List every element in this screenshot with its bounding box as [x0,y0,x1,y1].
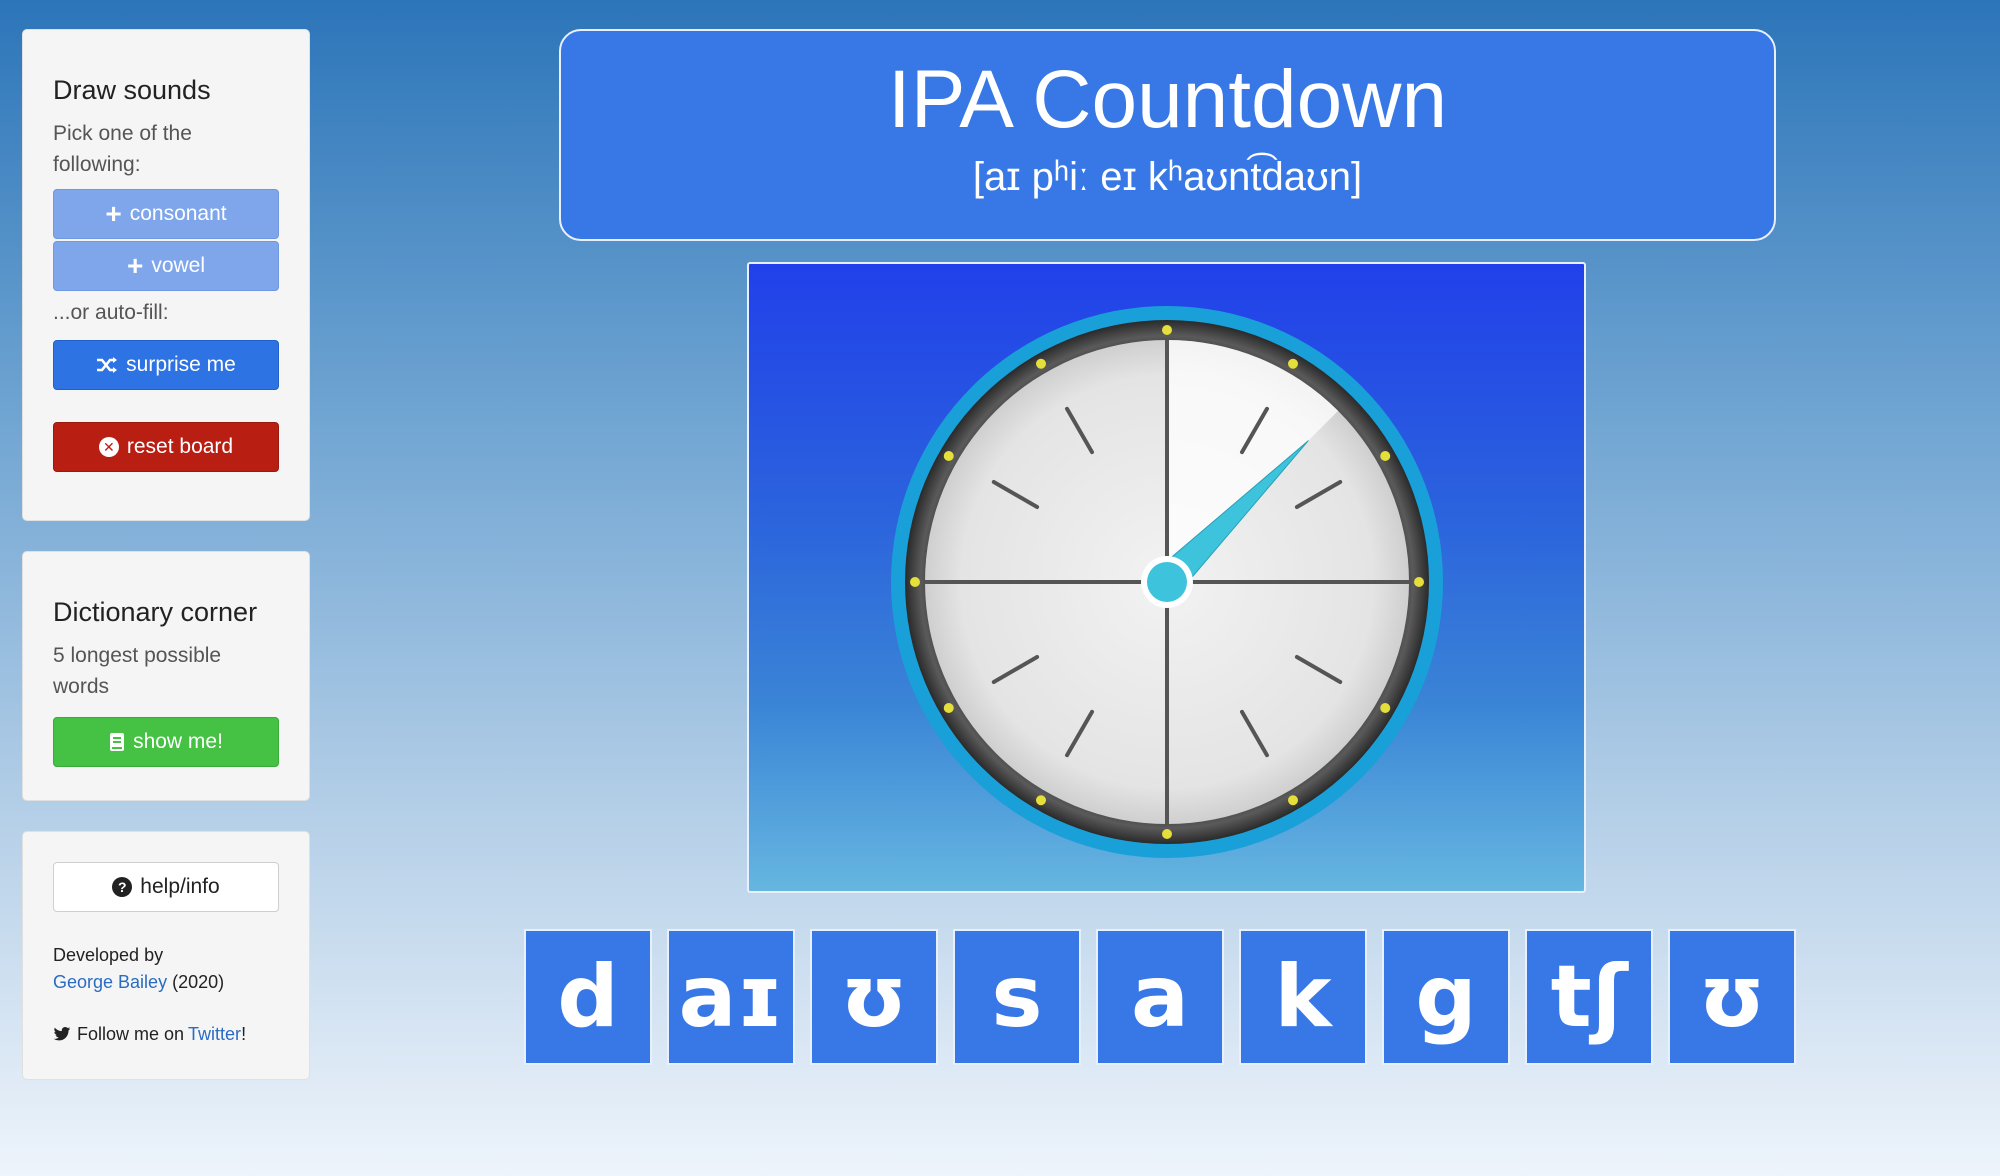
reset-board-label: reset board [126,435,234,458]
bezel-dot [1036,795,1046,806]
countdown-clock-panel [747,262,1586,893]
plus-icon: + [126,250,144,281]
countdown-clock [891,306,1443,858]
autofill-text: ...or auto-fill: [53,301,169,324]
developer-credit: Developed by George Bailey (2020) [53,942,279,996]
surprise-me-button[interactable]: surprise me [53,340,279,390]
question-circle-icon: ? [112,877,133,897]
add-consonant-button[interactable]: + consonant [53,189,279,239]
bezel-dot [1380,451,1391,461]
twitter-link[interactable]: Twitter [188,1024,241,1044]
dictionary-corner-panel: Dictionary corner 5 longest possible wor… [22,551,310,801]
page-title: IPA Countdown [887,54,1448,145]
sound-tile[interactable]: k [1239,929,1367,1065]
bezel-dot [1162,829,1172,839]
sound-tile[interactable]: aɪ [667,929,795,1065]
follow-line: Follow me on Twitter! [53,1021,279,1048]
draw-sounds-panel: Draw sounds Pick one of the following: +… [22,29,310,521]
sound-tiles: d aɪ ʊ s a k g tʃ ʊ [524,929,1796,1065]
bezel-dot [1162,325,1172,335]
bezel-dot [1414,577,1424,587]
sound-tile[interactable]: s [953,929,1081,1065]
bezel-dot [1288,795,1298,806]
plus-icon: + [105,198,122,229]
book-icon [110,733,125,751]
dictionary-corner-title: Dictionary corner [53,597,258,627]
twitter-icon [53,1027,71,1041]
dictionary-corner-subtitle: 5 longest possible words [53,644,222,698]
info-panel: ? help/info Developed by George Bailey (… [22,831,310,1080]
sound-tile[interactable]: ʊ [1668,929,1796,1065]
help-info-label: help/info [140,875,220,898]
show-words-label: show me! [133,730,223,753]
shuffle-icon [97,357,118,373]
year-text: (2020) [172,972,225,992]
title-banner: IPA Countdown [aɪ pʰiː eɪ kʰaʊnt͡daʊn] [559,29,1776,241]
exclaim-text: ! [241,1024,247,1044]
sound-tile[interactable]: a [1096,929,1224,1065]
bezel-dot [1380,703,1391,713]
add-vowel-button[interactable]: + vowel [53,241,279,291]
help-info-button[interactable]: ? help/info [53,862,279,912]
author-line: George Bailey (2020) [53,969,279,996]
sound-tile[interactable]: ʊ [810,929,938,1065]
sound-tile[interactable]: g [1382,929,1510,1065]
times-circle-icon: ✕ [98,437,119,457]
bezel-dot [943,703,954,713]
draw-sounds-subtitle: Pick one of the following: [53,122,192,176]
sound-tile[interactable]: tʃ [1525,929,1653,1065]
surprise-me-label: surprise me [126,353,236,376]
show-words-button[interactable]: show me! [53,717,279,767]
draw-sounds-title: Draw sounds [53,75,211,105]
sound-tile[interactable]: d [524,929,652,1065]
developed-by-text: Developed by [53,945,164,965]
add-vowel-label: vowel [151,254,206,277]
bezel-dot [1288,358,1298,369]
bezel-dot [910,577,920,587]
reset-board-button[interactable]: ✕ reset board [53,422,279,472]
clock-hub [1147,562,1187,602]
follow-text: Follow me on [77,1024,185,1044]
bezel-dot [1036,358,1046,369]
bezel-dot [943,451,954,461]
add-consonant-label: consonant [129,202,227,225]
author-link[interactable]: George Bailey [53,972,167,992]
title-transcription: [aɪ pʰiː eɪ kʰaʊnt͡daʊn] [972,155,1363,199]
